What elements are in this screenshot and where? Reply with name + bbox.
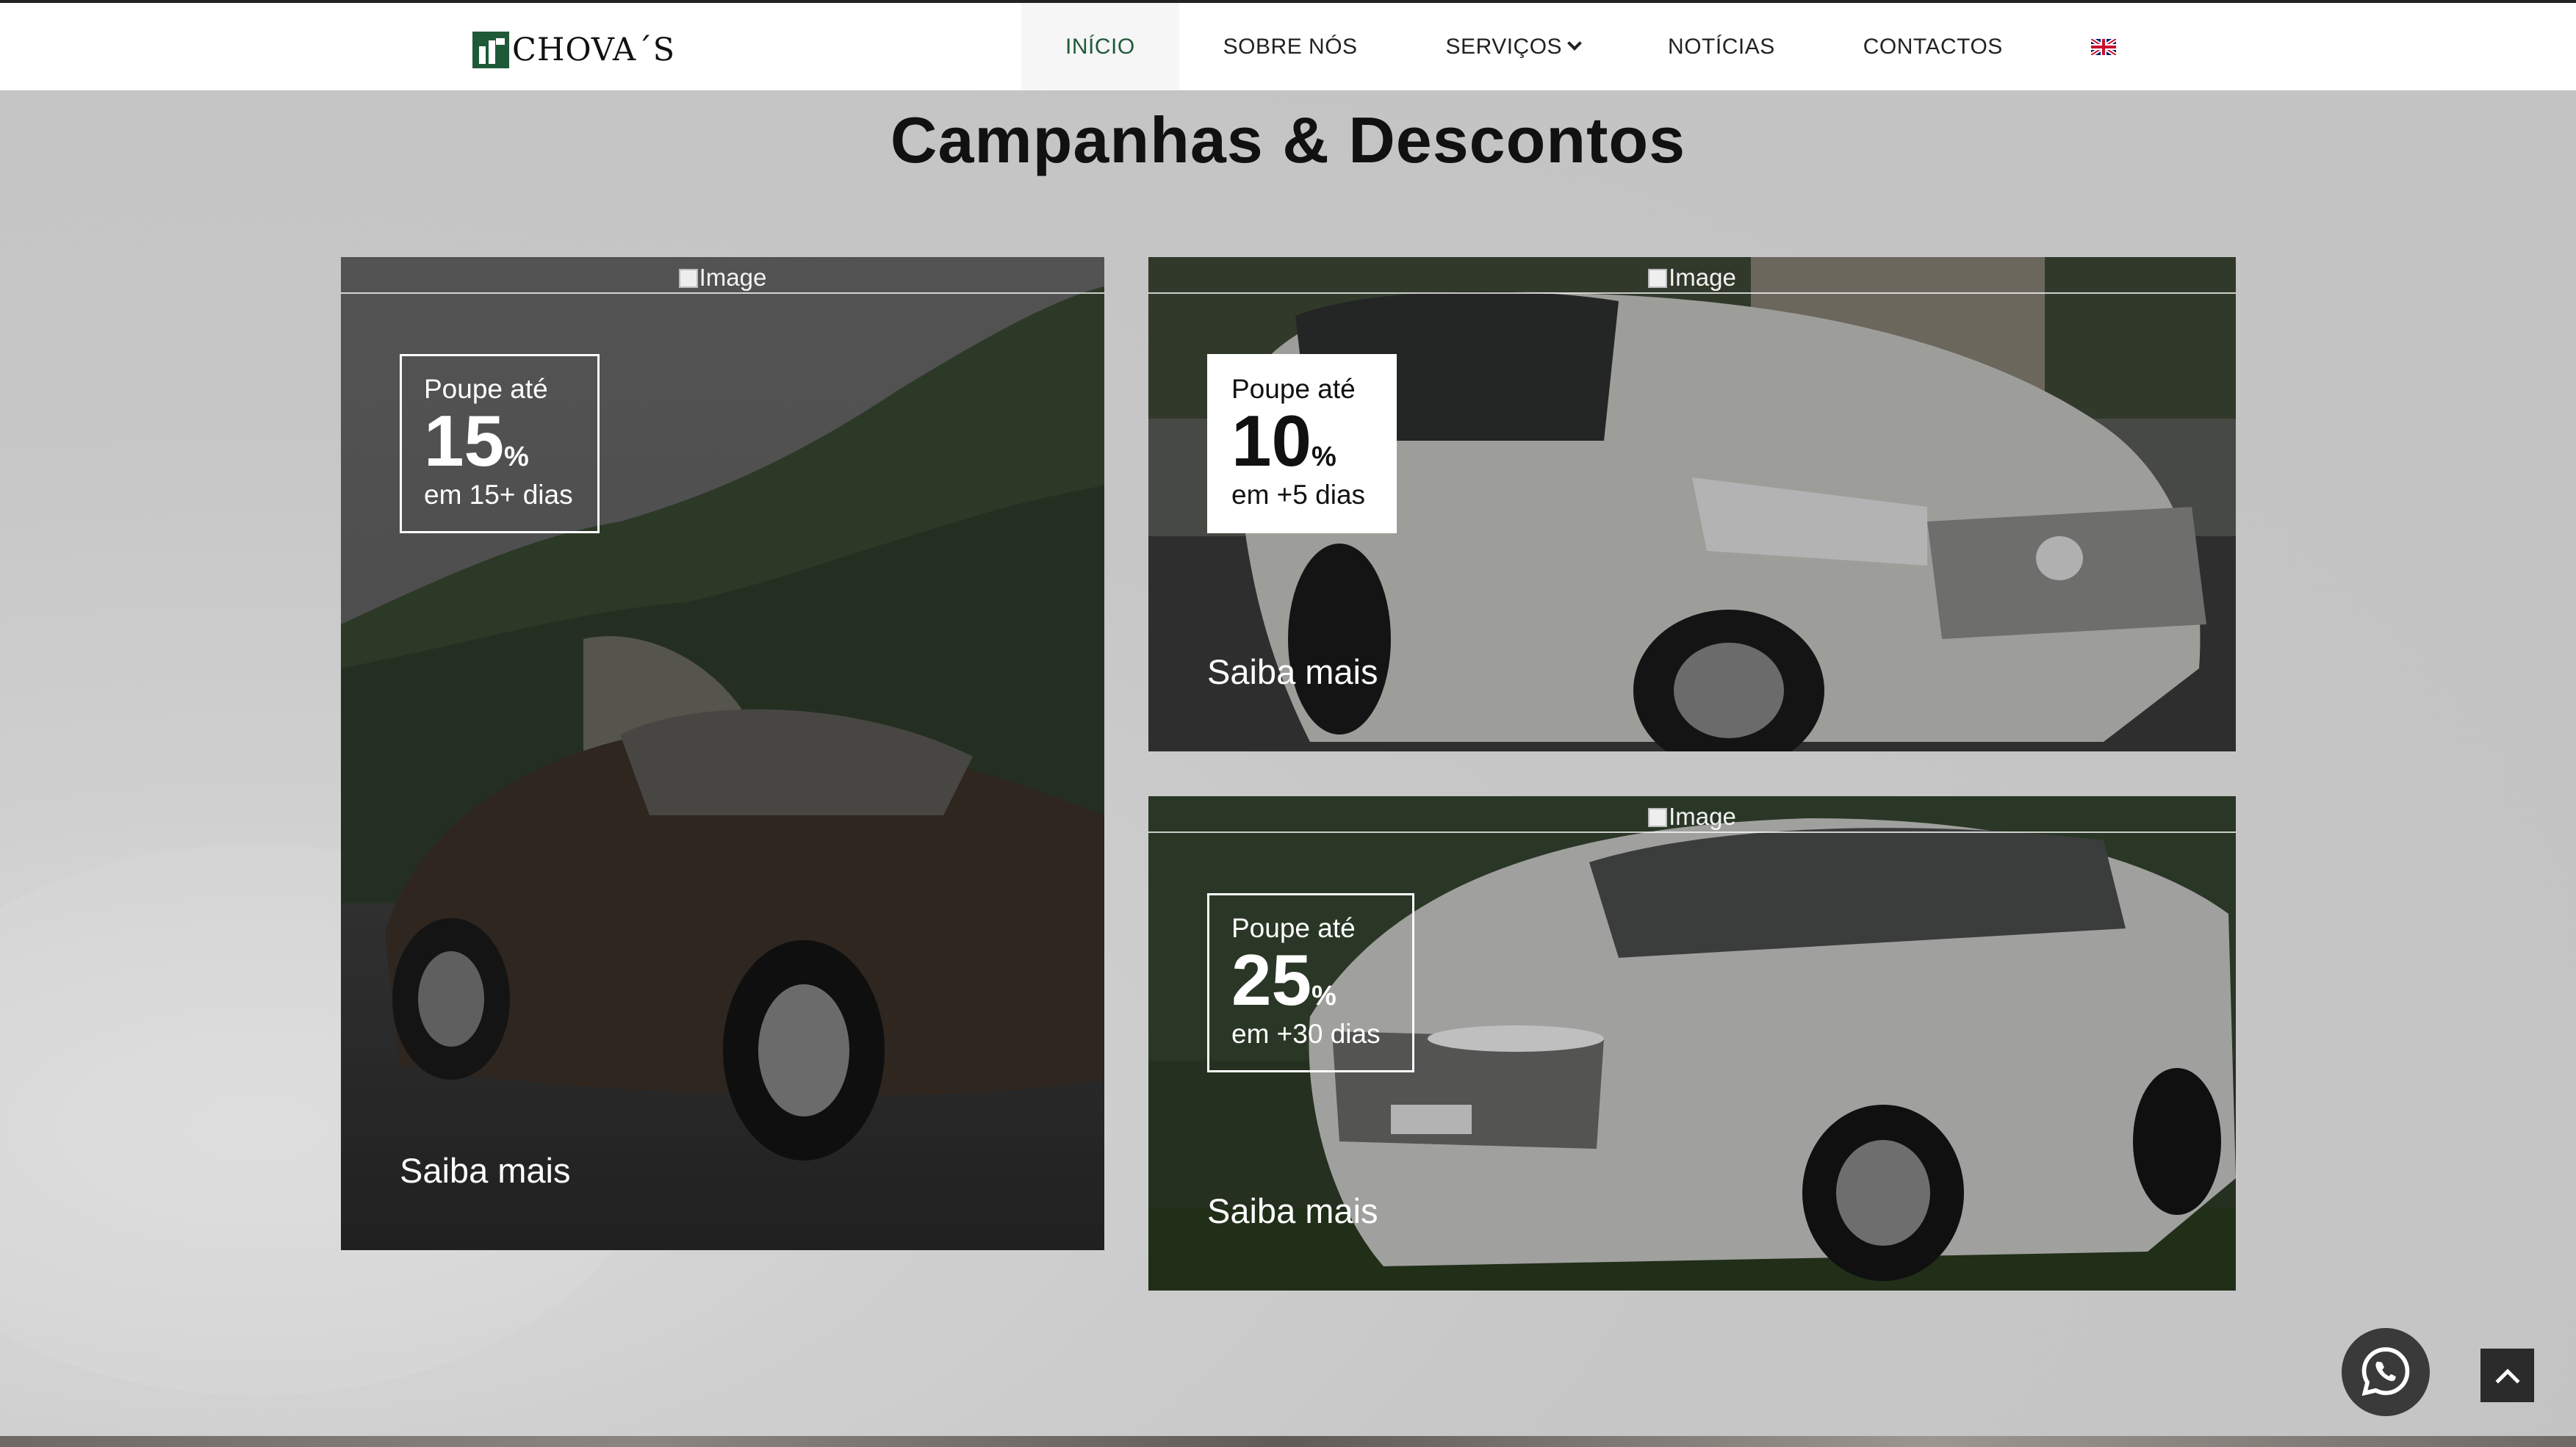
discount-prefix: Poupe até bbox=[1231, 913, 1356, 943]
chevron-up-icon bbox=[2494, 1368, 2520, 1384]
nav-item-inicio[interactable]: INÍCIO bbox=[1021, 3, 1179, 90]
image-placeholder-caption: Image bbox=[341, 257, 1104, 294]
nav-item-noticias[interactable]: NOTÍCIAS bbox=[1624, 3, 1819, 90]
logo-mark-icon bbox=[472, 32, 509, 68]
nav-item-servicos[interactable]: SERVIÇOS bbox=[1402, 3, 1625, 90]
main-menu: INÍCIO SOBRE NÓS SERVIÇOS NOTÍCIAS CONTA… bbox=[1021, 3, 2160, 90]
image-placeholder-caption: Image bbox=[1148, 257, 2236, 294]
discount-condition: em +30 dias bbox=[1231, 1019, 1381, 1050]
nav-item-contactos[interactable]: CONTACTOS bbox=[1819, 3, 2047, 90]
page-title: Campanhas & Descontos bbox=[890, 104, 1686, 176]
chevron-down-icon bbox=[1567, 35, 1582, 51]
site-logo[interactable]: CHOVA´S bbox=[472, 29, 675, 71]
back-to-top-button[interactable] bbox=[2480, 1349, 2534, 1402]
promo-card-10[interactable]: Image Poupe até 10% em +5 dias Saiba mai… bbox=[1148, 257, 2236, 751]
language-switcher[interactable] bbox=[2047, 3, 2160, 90]
broken-image-icon bbox=[678, 269, 698, 288]
discount-percent: 25% bbox=[1231, 939, 1336, 1020]
whatsapp-icon bbox=[2361, 1347, 2410, 1396]
promo-card-25[interactable]: Image Poupe até 25% em +30 dias Saiba ma… bbox=[1148, 796, 2236, 1291]
broken-image-icon bbox=[1648, 808, 1668, 827]
discount-condition: em +5 dias bbox=[1231, 480, 1366, 510]
discount-prefix: Poupe até bbox=[1231, 374, 1356, 404]
saiba-mais-link[interactable]: Saiba mais bbox=[400, 1150, 571, 1191]
discount-badge: Poupe até 25% em +30 dias bbox=[1207, 893, 1414, 1072]
discount-condition: em 15+ dias bbox=[424, 480, 573, 510]
uk-flag-icon bbox=[2090, 38, 2116, 55]
whatsapp-button[interactable] bbox=[2342, 1328, 2430, 1416]
broken-image-icon bbox=[1648, 269, 1668, 288]
footer-edge bbox=[0, 1436, 2576, 1447]
saiba-mais-link[interactable]: Saiba mais bbox=[1207, 1191, 1378, 1231]
image-placeholder-caption: Image bbox=[1148, 796, 2236, 833]
discount-badge: Poupe até 15% em 15+ dias bbox=[400, 354, 600, 533]
logo-text: CHOVA´S bbox=[512, 32, 676, 68]
top-navbar: CHOVA´S INÍCIO SOBRE NÓS SERVIÇOS NOTÍCI… bbox=[0, 0, 2576, 90]
promo-card-15[interactable]: Image Poupe até 15% em 15+ dias Saiba ma… bbox=[341, 257, 1104, 1250]
discount-percent: 15% bbox=[424, 400, 529, 481]
discount-badge: Poupe até 10% em +5 dias bbox=[1207, 354, 1397, 533]
discount-prefix: Poupe até bbox=[424, 374, 548, 404]
nav-item-servicos-label: SERVIÇOS bbox=[1445, 34, 1563, 59]
nav-item-sobre-nos[interactable]: SOBRE NÓS bbox=[1179, 3, 1402, 90]
saiba-mais-link[interactable]: Saiba mais bbox=[1207, 652, 1378, 692]
discount-percent: 10% bbox=[1231, 400, 1336, 481]
